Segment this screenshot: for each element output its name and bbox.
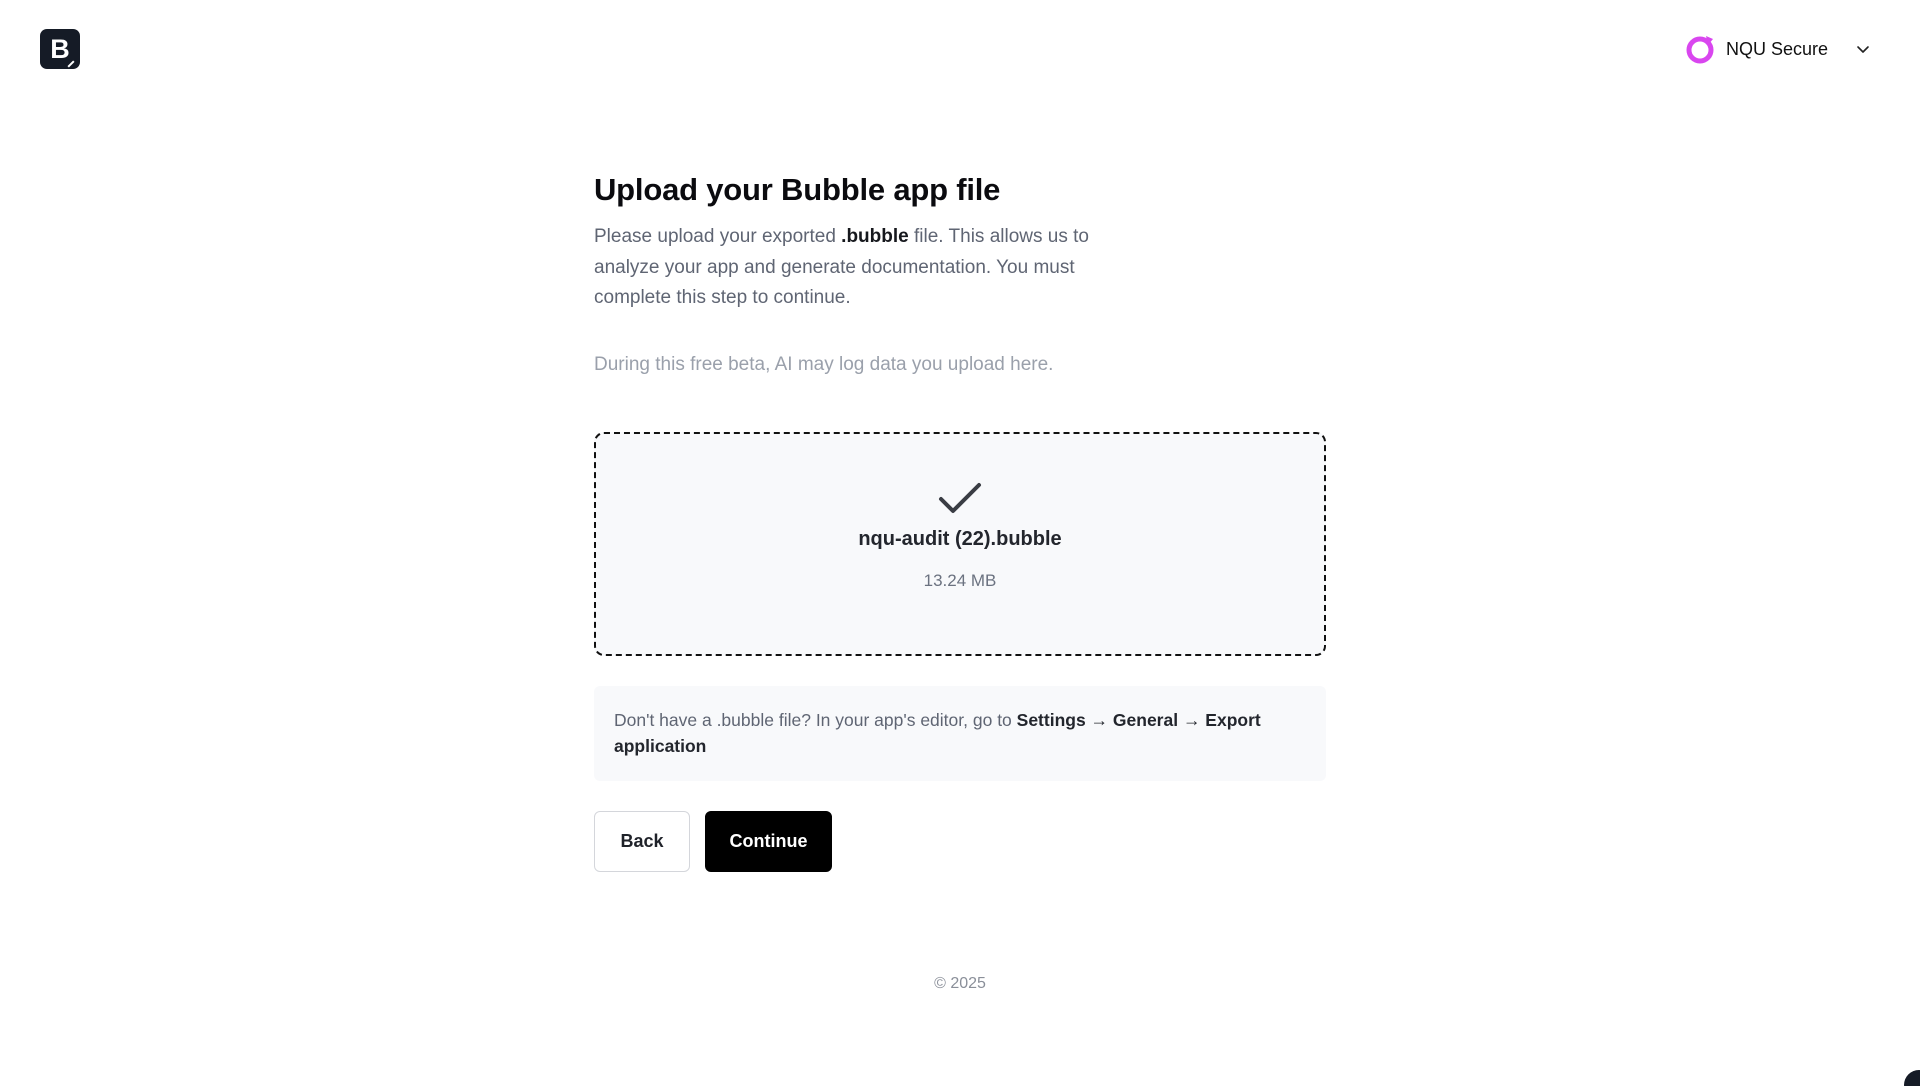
app-logo[interactable]: B [40,29,80,69]
beta-notice: During this free beta, AI may log data y… [594,353,1054,375]
uploaded-file-size: 13.24 MB [923,570,997,590]
hint-text: Don't have a .bubble file? In your app's… [614,709,1017,730]
description-part1: Please upload your exported [594,226,842,247]
chat-launcher-button[interactable] [1904,1070,1920,1086]
upload-panel: Upload your Bubble app file Please uploa… [594,172,1326,872]
copyright-footer: © 2025 [934,975,986,992]
description-highlight: .bubble [841,226,909,247]
check-icon [939,482,981,513]
back-button[interactable]: Back [594,810,690,872]
page-description: Please upload your exported .bubble file… [594,222,1154,314]
account-switcher[interactable]: NQU Secure [1684,32,1870,66]
export-hint: Don't have a .bubble file? In your app's… [594,685,1326,781]
logo-letter: B [50,33,70,64]
chevron-down-icon[interactable] [1856,42,1870,56]
uploaded-file-name: nqu-audit (22).bubble [858,527,1062,550]
page-title: Upload your Bubble app file [594,172,1001,207]
form-actions: Back Continue [594,810,1326,872]
top-bar: B NQU Secure [0,0,1920,100]
account-logo-icon [1686,36,1714,64]
continue-button[interactable]: Continue [705,810,832,872]
file-dropzone[interactable]: nqu-audit (22).bubble 13.24 MB [594,431,1326,656]
account-name: NQU Secure [1725,38,1828,59]
